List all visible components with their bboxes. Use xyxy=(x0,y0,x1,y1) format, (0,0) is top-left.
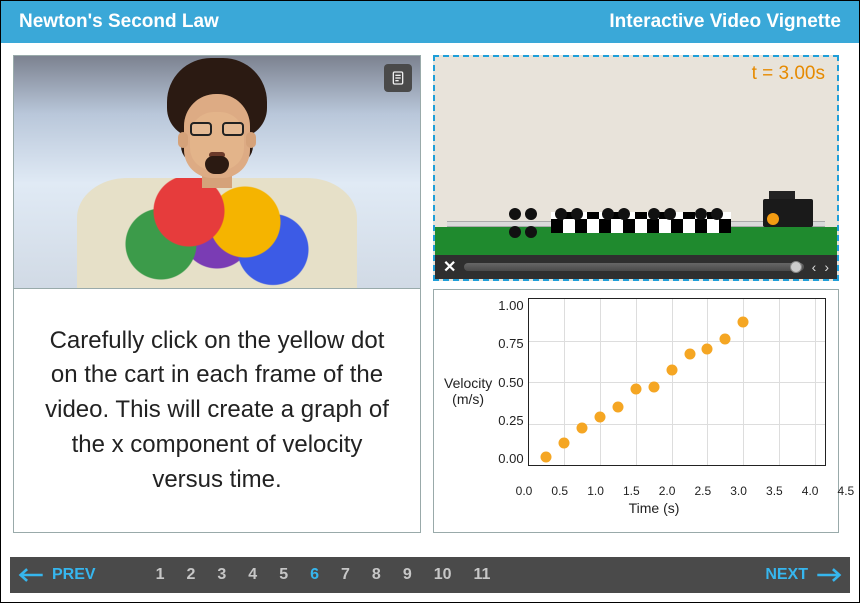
page-number-6[interactable]: 6 xyxy=(310,566,319,584)
page-number-2[interactable]: 2 xyxy=(186,566,195,584)
presenter-figure xyxy=(77,72,357,288)
nav-footer: PREV 1 2 3 4 5 6 7 8 9 10 11 NEXT xyxy=(10,557,850,593)
data-point xyxy=(738,317,749,328)
close-icon[interactable]: ✕ xyxy=(443,257,456,277)
tracking-video-panel[interactable]: t = 3.00s ✕ ‹ › xyxy=(433,55,839,281)
data-point xyxy=(577,423,588,434)
page-number-10[interactable]: 10 xyxy=(434,566,452,584)
x-axis-label: Time (s) xyxy=(482,500,826,516)
page-number-3[interactable]: 3 xyxy=(217,566,226,584)
document-icon xyxy=(390,70,406,86)
video-controls: ✕ ‹ › xyxy=(435,255,837,279)
data-point xyxy=(666,365,677,376)
page-number-11[interactable]: 11 xyxy=(474,566,491,584)
frame-prev-icon[interactable]: ‹ xyxy=(812,259,817,275)
page-number-4[interactable]: 4 xyxy=(248,566,257,584)
plot-area xyxy=(528,298,826,466)
time-readout: t = 3.00s xyxy=(752,63,825,85)
data-point xyxy=(559,438,570,449)
main-area: Carefully click on the yellow dot on the… xyxy=(1,43,859,535)
arrow-left-icon xyxy=(18,565,44,585)
data-point xyxy=(613,401,624,412)
instruction-text: Carefully click on the yellow dot on the… xyxy=(13,289,421,533)
y-axis-ticks: 1.000.750.500.250.00 xyxy=(492,298,527,466)
page-number-list: 1 2 3 4 5 6 7 8 9 10 11 xyxy=(156,566,491,584)
page-number-7[interactable]: 7 xyxy=(341,566,350,584)
frame-next-icon[interactable]: › xyxy=(824,259,829,275)
page-title: Newton's Second Law xyxy=(19,11,219,33)
yellow-dot-target[interactable] xyxy=(767,213,779,225)
scrubber-thumb[interactable] xyxy=(790,261,802,273)
transcript-button[interactable] xyxy=(384,64,412,92)
prev-button[interactable]: PREV xyxy=(18,565,96,585)
scrubber[interactable] xyxy=(464,263,803,271)
data-point xyxy=(702,343,713,354)
page-subtitle: Interactive Video Vignette xyxy=(609,11,841,33)
velocity-chart: Velocity (m/s) 1.000.750.500.250.00 0.00… xyxy=(433,289,839,533)
page-number-8[interactable]: 8 xyxy=(372,566,381,584)
page-number-5[interactable]: 5 xyxy=(279,566,288,584)
data-point xyxy=(684,348,695,359)
next-button[interactable]: NEXT xyxy=(765,565,842,585)
header-bar: Newton's Second Law Interactive Video Vi… xyxy=(1,1,859,43)
data-point xyxy=(648,381,659,392)
x-axis-ticks: 0.00.51.01.52.02.53.03.54.04.5 xyxy=(524,484,826,498)
track-scene xyxy=(435,197,837,255)
data-point xyxy=(630,383,641,394)
page-number-9[interactable]: 9 xyxy=(403,566,412,584)
arrow-right-icon xyxy=(816,565,842,585)
presenter-video[interactable] xyxy=(13,55,421,289)
data-point xyxy=(595,411,606,422)
page-number-1[interactable]: 1 xyxy=(156,566,165,584)
data-point xyxy=(720,333,731,344)
y-axis-label: Velocity (m/s) xyxy=(444,298,492,484)
data-point xyxy=(541,451,552,462)
